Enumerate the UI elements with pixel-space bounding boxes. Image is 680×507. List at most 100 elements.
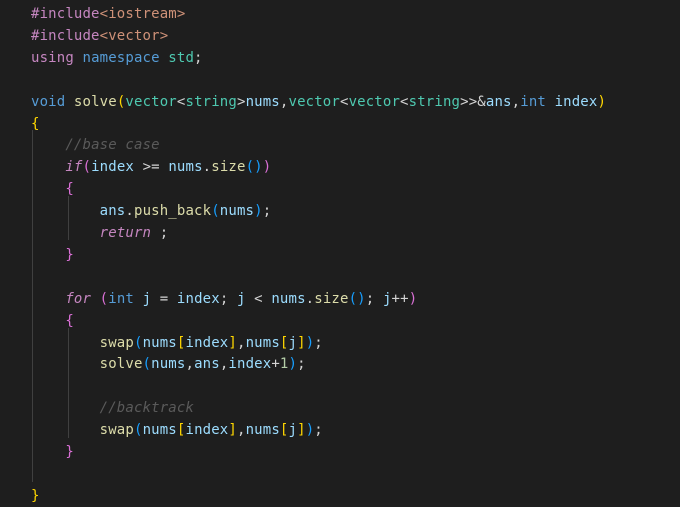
code-token: index — [554, 93, 598, 110]
code-token: { — [65, 312, 74, 329]
code-line[interactable]: { — [31, 114, 40, 135]
code-token: ] — [228, 334, 237, 351]
code-token: nums — [245, 334, 280, 351]
code-token: //backtrack — [99, 400, 195, 417]
code-token: ++ — [391, 290, 409, 307]
code-token: = — [159, 290, 177, 307]
code-token: index — [185, 422, 229, 439]
code-token: ( — [211, 203, 220, 220]
code-token: ] — [297, 422, 306, 439]
code-token: void — [31, 93, 74, 110]
code-line[interactable]: #include<vector> — [31, 26, 168, 47]
code-token: ; — [297, 356, 306, 373]
code-token: ] — [297, 334, 306, 351]
code-token: nums — [271, 290, 306, 307]
code-token: int — [108, 290, 143, 307]
code-line[interactable]: solve(nums,ans,index+1); — [31, 354, 306, 375]
code-token: { — [65, 181, 74, 198]
code-token: //base case — [65, 137, 160, 154]
code-token: using — [31, 49, 83, 66]
code-token: j — [382, 290, 392, 307]
code-line[interactable]: for (int j = index; j < nums.size(); j++… — [31, 289, 417, 310]
code-line[interactable]: swap(nums[index],nums[j]); — [31, 333, 323, 354]
code-token: j — [142, 290, 160, 307]
code-token: >= — [142, 159, 169, 176]
code-token: + — [271, 356, 280, 373]
code-line[interactable]: } — [31, 486, 40, 507]
code-token: ; — [365, 290, 383, 307]
code-token: { — [31, 115, 40, 132]
code-line[interactable]: return ; — [31, 223, 169, 244]
code-token: nums — [151, 356, 186, 373]
code-line[interactable]: //base case — [31, 135, 160, 156]
code-token: index — [185, 334, 229, 351]
code-token: ; — [262, 203, 272, 220]
code-line[interactable]: using namespace std; — [31, 48, 203, 69]
code-line[interactable]: } — [31, 245, 74, 266]
code-token: ) — [305, 334, 315, 351]
code-line[interactable]: //backtrack — [31, 398, 194, 419]
code-token: nums — [142, 422, 177, 439]
code-token: ) — [254, 203, 263, 220]
code-token: solve — [73, 93, 117, 110]
code-token: ( — [133, 422, 143, 439]
code-line[interactable]: ans.push_back(nums); — [31, 201, 272, 222]
code-token: ; — [314, 334, 323, 351]
code-line[interactable]: void solve(vector<string>nums,vector<vec… — [31, 92, 606, 113]
code-token: () — [245, 159, 263, 176]
code-token: #include — [31, 27, 100, 44]
code-token: ( — [82, 159, 92, 176]
code-token: } — [65, 246, 74, 263]
code-token: >> — [460, 93, 478, 110]
code-token: swap — [99, 422, 134, 439]
code-token: ans — [99, 203, 126, 220]
code-line[interactable]: swap(nums[index],nums[j]); — [31, 420, 323, 441]
code-token: for — [65, 290, 100, 307]
code-token: ] — [228, 422, 237, 439]
code-line[interactable]: #include<iostream> — [31, 4, 185, 25]
code-line[interactable]: if(index >= nums.size()) — [31, 157, 271, 178]
code-token: > — [236, 93, 246, 110]
code-token: nums — [245, 422, 280, 439]
code-token: , — [236, 422, 246, 439]
code-token: j — [288, 422, 298, 439]
code-token: index — [91, 159, 143, 176]
code-line[interactable]: { — [31, 311, 74, 332]
code-token: size — [314, 290, 349, 307]
code-token: ) — [408, 290, 418, 307]
code-token: <iostream> — [99, 6, 186, 22]
code-token: j — [288, 334, 298, 351]
code-token: ans — [194, 356, 220, 373]
code-token: ( — [133, 334, 143, 351]
code-token: vector — [348, 93, 401, 110]
code-token: 1 — [279, 356, 289, 373]
code-token: [ — [279, 334, 289, 351]
code-token: < — [339, 93, 349, 110]
code-token: , — [185, 356, 195, 373]
code-line[interactable]: { — [31, 179, 74, 200]
code-token: size — [211, 159, 246, 176]
code-token: return — [99, 225, 160, 241]
code-line[interactable]: } — [31, 442, 74, 463]
code-editor[interactable]: #include<iostream> #include<vector> using … — [0, 0, 680, 504]
code-token: ) — [262, 159, 272, 176]
code-token: #include — [31, 6, 100, 22]
code-token: ( — [142, 356, 152, 373]
code-token: nums — [245, 93, 280, 110]
code-token: } — [31, 487, 40, 504]
code-token: ) — [597, 93, 607, 110]
code-token: . — [305, 290, 315, 307]
code-token: namespace — [82, 49, 169, 66]
code-token: ) — [305, 422, 315, 439]
code-token: [ — [279, 422, 289, 439]
code-token: index — [176, 290, 220, 307]
